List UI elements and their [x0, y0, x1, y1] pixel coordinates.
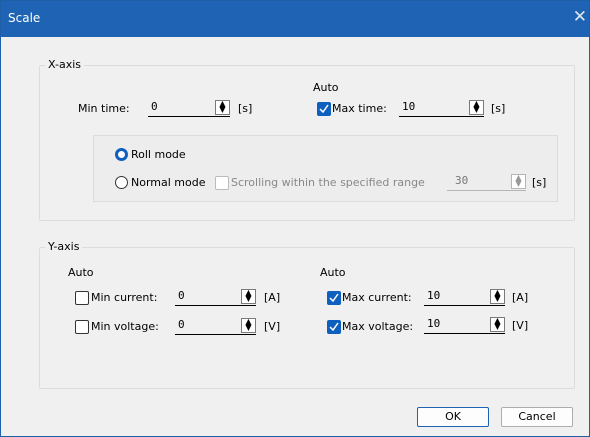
- max-voltage-stepper[interactable]: 10 ▲ ▼: [424, 315, 505, 334]
- x-axis-legend: X-axis: [45, 58, 84, 71]
- normal-mode-radio[interactable]: [115, 176, 128, 189]
- close-icon[interactable]: ✕: [573, 7, 587, 27]
- min-current-label: Min current:: [91, 291, 158, 304]
- cancel-button[interactable]: Cancel: [501, 407, 573, 427]
- min-current-unit: [A]: [264, 291, 281, 304]
- checkmark-icon: [319, 104, 329, 114]
- min-voltage-stepper[interactable]: 0 ▲ ▼: [175, 316, 256, 335]
- title-bar: Scale ✕: [1, 1, 589, 37]
- mode-panel: Roll mode Normal mode Scrolling within t…: [93, 135, 558, 202]
- scale-dialog: Scale ✕ X-axis Auto Min time: 0 ▲ ▼ [s] M…: [0, 0, 590, 437]
- roll-mode-radio[interactable]: [115, 148, 128, 161]
- min-current-stepper[interactable]: 0 ▲ ▼: [175, 287, 256, 306]
- min-time-stepper[interactable]: 0 ▲ ▼: [148, 98, 230, 117]
- checkmark-icon: [329, 293, 339, 303]
- max-time-auto-checkbox[interactable]: [317, 102, 331, 116]
- max-time-unit: [s]: [491, 102, 506, 115]
- min-current-value[interactable]: 0: [178, 289, 185, 302]
- min-voltage-unit: [V]: [264, 320, 281, 333]
- spin-updown-icon[interactable]: ▲ ▼: [241, 289, 256, 304]
- window-title: Scale: [8, 11, 41, 25]
- spin-updown-icon[interactable]: ▲ ▼: [241, 318, 256, 333]
- max-voltage-label: Max voltage:: [342, 320, 414, 333]
- x-auto-label: Auto: [313, 81, 339, 94]
- min-current-auto-checkbox[interactable]: [75, 291, 89, 305]
- max-time-stepper[interactable]: 10 ▲ ▼: [399, 98, 484, 117]
- max-voltage-auto-checkbox[interactable]: [327, 320, 341, 334]
- y-axis-legend: Y-axis: [45, 240, 83, 253]
- y-auto-label-left: Auto: [68, 266, 94, 279]
- max-current-unit: [A]: [512, 291, 529, 304]
- scrolling-checkbox[interactable]: [215, 176, 229, 190]
- y-axis-group: Y-axis Auto Auto Min current: 0 ▲ ▼ [A] M…: [39, 240, 575, 389]
- ok-button[interactable]: OK: [417, 407, 489, 427]
- min-time-unit: [s]: [238, 102, 253, 115]
- scrolling-label: Scrolling within the specified range: [231, 176, 425, 189]
- max-current-value[interactable]: 10: [427, 289, 440, 302]
- spin-updown-icon[interactable]: ▲ ▼: [490, 289, 505, 304]
- scrolling-unit: [s]: [532, 176, 547, 189]
- max-time-label: Max time:: [332, 102, 387, 115]
- max-current-stepper[interactable]: 10 ▲ ▼: [424, 287, 505, 306]
- min-time-label: Min time:: [78, 102, 130, 115]
- spin-updown-icon[interactable]: ▲ ▼: [469, 100, 484, 115]
- max-voltage-value[interactable]: 10: [427, 317, 440, 330]
- max-time-value[interactable]: 10: [402, 100, 415, 113]
- roll-mode-label[interactable]: Roll mode: [131, 148, 186, 161]
- min-voltage-label: Min voltage:: [91, 320, 159, 333]
- min-voltage-value[interactable]: 0: [178, 318, 185, 331]
- min-voltage-auto-checkbox[interactable]: [75, 320, 89, 334]
- max-current-auto-checkbox[interactable]: [327, 291, 341, 305]
- max-voltage-unit: [V]: [512, 319, 529, 332]
- min-time-value[interactable]: 0: [151, 100, 158, 113]
- spin-updown-icon[interactable]: ▲ ▼: [215, 100, 230, 115]
- checkmark-icon: [329, 322, 339, 332]
- spin-updown-icon[interactable]: ▲ ▼: [511, 174, 526, 189]
- scrolling-stepper[interactable]: 30 ▲ ▼: [447, 172, 526, 191]
- normal-mode-label[interactable]: Normal mode: [131, 176, 206, 189]
- x-axis-group: X-axis Auto Min time: 0 ▲ ▼ [s] Max time:…: [39, 58, 575, 221]
- scrolling-value[interactable]: 30: [455, 174, 468, 187]
- y-auto-label-right: Auto: [320, 266, 346, 279]
- max-current-label: Max current:: [342, 291, 412, 304]
- spin-updown-icon[interactable]: ▲ ▼: [490, 317, 505, 332]
